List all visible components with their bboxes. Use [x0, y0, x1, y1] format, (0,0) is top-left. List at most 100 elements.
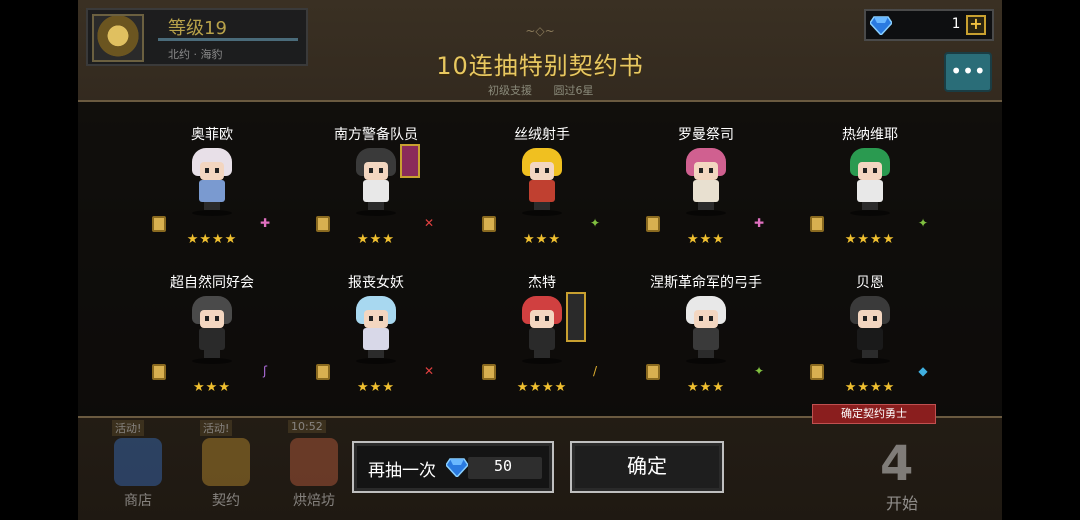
hero-eye	[369, 316, 373, 321]
diamond-icon	[446, 458, 468, 477]
gem-counter: 1 +	[864, 9, 994, 41]
hero-card[interactable]: 超自然同好会 ʃ ★★★	[130, 272, 294, 412]
wand-icon: ʃ	[262, 364, 268, 378]
hero-name: 杰特	[528, 275, 556, 291]
hero-eye	[699, 316, 703, 321]
hero-name: 涅斯革命军的弓手	[650, 275, 762, 291]
nav-shop[interactable]: 活动! 商店	[100, 420, 176, 520]
contract-title: 10连抽特别契约书	[436, 52, 644, 80]
hero-legs	[368, 350, 384, 358]
hero-body	[199, 180, 225, 202]
add-gems-button[interactable]: +	[966, 15, 986, 35]
hero-face	[364, 310, 388, 328]
hero-legs	[534, 202, 550, 210]
hero-stars: ★★★	[357, 232, 395, 247]
hero-body	[363, 328, 389, 350]
hero-sprite	[520, 148, 564, 212]
banner-sub-2: 圆过6星	[553, 84, 594, 97]
hero-legs	[204, 202, 220, 210]
hero-card[interactable]: 奥菲欧 ✚ ★★★★	[130, 124, 294, 264]
scroll-icon	[316, 364, 330, 380]
player-exp-bar	[158, 38, 298, 41]
contract-icon	[202, 438, 250, 486]
hero-face	[694, 162, 718, 180]
hero-legs	[368, 202, 384, 210]
hero-eye	[863, 316, 867, 321]
diamond-icon	[870, 16, 892, 35]
hero-face	[858, 162, 882, 180]
hero-card[interactable]: 丝绒射手 ✦ ★★★	[460, 124, 624, 264]
draw-again-cost: 50	[494, 457, 513, 475]
hero-card[interactable]: 热纳维耶 ✦ ★★★★	[788, 124, 952, 264]
start-number: 4	[880, 436, 914, 492]
hero-eye	[379, 168, 383, 173]
bow-icon: ✦	[753, 364, 765, 378]
hero-eye	[205, 316, 209, 321]
hero-card[interactable]: 杰特 / ★★★★	[460, 272, 624, 412]
banner-flag-icon	[566, 292, 586, 342]
player-level: 等级19	[168, 18, 227, 39]
hero-body	[693, 328, 719, 350]
hero-card[interactable]: 贝恩 ◆ ★★★★	[788, 272, 952, 412]
start-button[interactable]: 4 开始	[852, 432, 956, 518]
hero-face	[364, 162, 388, 180]
hero-eye	[535, 316, 539, 321]
hero-card[interactable]: 报丧女妖 ✕ ★★★	[294, 272, 458, 412]
hero-eye	[369, 168, 373, 173]
hero-sprite	[848, 296, 892, 360]
scroll-icon	[810, 216, 824, 232]
hero-stars: ★★★	[357, 380, 395, 395]
hero-legs	[862, 202, 878, 210]
hero-body	[857, 180, 883, 202]
scroll-icon	[482, 216, 496, 232]
hero-sprite	[684, 148, 728, 212]
hero-face	[858, 310, 882, 328]
hero-eye	[215, 168, 219, 173]
hero-eye	[545, 316, 549, 321]
draw-again-button[interactable]: 再抽一次 50	[352, 441, 554, 493]
hero-name: 丝绒射手	[514, 127, 570, 143]
confirm-button[interactable]: 确定	[570, 441, 724, 493]
nav-contract-tag: 活动!	[200, 420, 233, 436]
hero-sprite	[354, 296, 398, 360]
hero-sprite	[190, 296, 234, 360]
hero-name: 贝恩	[856, 275, 884, 291]
hero-body	[363, 180, 389, 202]
hero-eye	[215, 316, 219, 321]
hero-card[interactable]: 罗曼祭司 ✚ ★★★	[624, 124, 788, 264]
banner-flag-icon	[400, 144, 420, 178]
hero-sprite	[190, 148, 234, 212]
hero-name: 热纳维耶	[842, 127, 898, 143]
hero-eye	[863, 168, 867, 173]
nav-contract-label: 契约	[212, 493, 240, 509]
hero-eye	[709, 316, 713, 321]
hero-sprite	[354, 148, 398, 212]
hero-eye	[699, 168, 703, 173]
bakery-icon	[290, 438, 338, 486]
hero-stars: ★★★★	[844, 232, 896, 247]
scroll-icon	[152, 216, 166, 232]
hero-stars: ★★★	[523, 232, 561, 247]
hero-legs	[862, 350, 878, 358]
hero-face	[200, 162, 224, 180]
hero-name: 南方警备队员	[334, 127, 418, 143]
gem-count: 1	[951, 16, 960, 32]
hero-eye	[545, 168, 549, 173]
nav-contract[interactable]: 活动! 契约	[188, 420, 264, 520]
scroll-icon	[482, 364, 496, 380]
gem-icon: ◆	[918, 364, 928, 378]
nav-shop-label: 商店	[124, 493, 152, 509]
hero-eye	[535, 168, 539, 173]
scroll-icon	[810, 364, 824, 380]
nav-bakery[interactable]: 10:52 烘焙坊	[276, 420, 352, 520]
scroll-icon	[646, 364, 660, 380]
banner-subtitles: 初级支援 圆过6星	[488, 82, 612, 98]
nav-bakery-label: 烘焙坊	[293, 493, 335, 509]
hero-legs	[698, 350, 714, 358]
hero-card[interactable]: 南方警备队员 ✕ ★★★	[294, 124, 458, 264]
hero-eye	[205, 168, 209, 173]
hero-eye	[873, 316, 877, 321]
hero-card[interactable]: 涅斯革命军的弓手 ✦ ★★★	[624, 272, 788, 412]
hero-name: 罗曼祭司	[678, 127, 734, 143]
start-label: 开始	[886, 494, 919, 513]
